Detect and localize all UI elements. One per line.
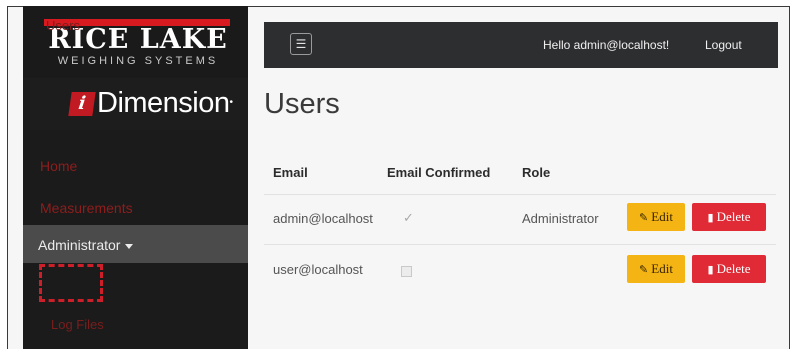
email-confirmed-checkbox: ✓ [403,210,414,225]
row-email: admin@localhost [273,211,373,226]
administrator-label: Administrator [38,237,134,253]
header-divider [264,194,776,195]
column-header-role: Role [522,165,551,180]
caret-down-icon [125,243,134,249]
brand-logo[interactable]: RICE LAKE WEIGHING SYSTEMS [23,6,248,78]
sidebar-item-measurements[interactable]: Measurements [40,200,133,216]
column-header-email-confirmed: Email Confirmed [387,165,491,180]
logout-link[interactable]: Logout [705,38,742,52]
dimension-logo-icon: i [68,92,96,116]
hamburger-menu-icon[interactable]: ☰ [290,33,312,55]
logo-tagline: WEIGHING SYSTEMS [57,55,219,67]
users-highlight-box [39,264,103,302]
row-email: user@localhost [273,262,363,277]
user-greeting[interactable]: Hello admin@localhost! [543,38,669,52]
row-divider [264,244,776,245]
trash-icon: ▮ [707,211,714,224]
delete-button[interactable]: ▮ Delete [692,255,766,283]
edit-button[interactable]: ✎ Edit [627,203,685,231]
email-unconfirmed-checkbox [401,266,412,277]
edit-icon: ✎ [639,263,649,276]
page-title: Users [264,88,340,120]
delete-button[interactable]: ▮ Delete [692,203,766,231]
trash-icon: ▮ [707,263,714,276]
column-header-email: Email [273,165,308,180]
sidebar-item-log-files[interactable]: Log Files [51,317,104,332]
product-name: Dimension• [97,87,233,119]
edit-icon: ✎ [639,211,649,224]
edit-button[interactable]: ✎ Edit [627,255,685,283]
sidebar-item-home[interactable]: Home [40,158,77,174]
sidebar: RICE LAKE WEIGHING SYSTEMS i Dimension• … [23,6,248,349]
top-navbar: ☰ Hello admin@localhost! Logout [264,22,778,68]
sidebar-item-users[interactable]: Users [46,18,80,33]
sidebar-item-administrator[interactable]: Administrator [23,225,248,263]
row-role: Administrator [522,211,599,226]
